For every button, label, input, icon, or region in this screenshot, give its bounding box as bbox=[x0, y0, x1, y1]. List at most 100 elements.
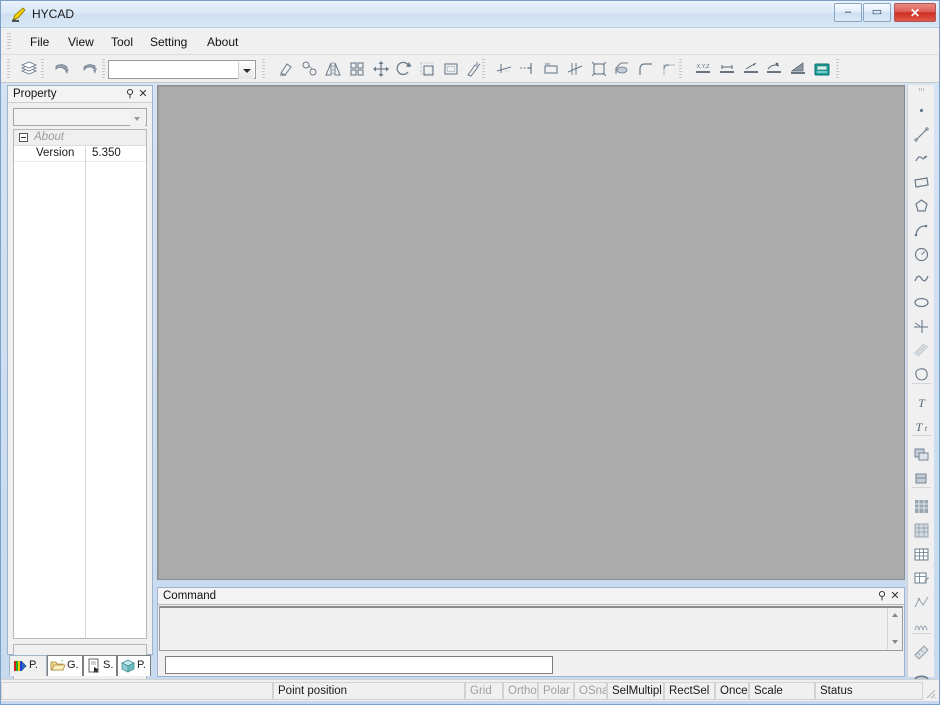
circle-icon[interactable] bbox=[910, 243, 933, 266]
move-icon[interactable] bbox=[370, 58, 392, 80]
gradient-icon[interactable] bbox=[910, 519, 933, 542]
arc-icon[interactable] bbox=[910, 219, 933, 242]
status-cell-status: Status bbox=[815, 682, 923, 700]
extend-icon[interactable] bbox=[516, 58, 538, 80]
dim-slope-icon[interactable] bbox=[787, 58, 809, 80]
dim-angular-icon[interactable] bbox=[763, 58, 785, 80]
point-icon[interactable] bbox=[910, 99, 933, 122]
property-row-version[interactable]: Version 5.350 bbox=[14, 146, 146, 162]
fillet-icon[interactable] bbox=[635, 58, 657, 80]
property-grid-splitter[interactable] bbox=[85, 147, 86, 638]
right-toolbar-separator-3 bbox=[912, 487, 931, 488]
minimize-button[interactable]: – bbox=[834, 3, 862, 22]
text-icon[interactable]: T bbox=[910, 391, 933, 414]
multiline-icon[interactable] bbox=[910, 339, 933, 362]
undo-icon[interactable] bbox=[51, 58, 73, 80]
chevron-down-icon[interactable] bbox=[130, 110, 145, 126]
close-icon[interactable]: ✕ bbox=[137, 88, 149, 101]
scale-icon[interactable] bbox=[416, 58, 438, 80]
table-edit-icon[interactable] bbox=[910, 567, 933, 590]
scroll-up-icon[interactable] bbox=[888, 608, 902, 621]
array-icon[interactable] bbox=[346, 58, 368, 80]
property-object-selector[interactable] bbox=[13, 108, 147, 126]
status-cell-blank-left bbox=[1, 682, 273, 700]
dim-xyz-icon[interactable]: X,Y,Z bbox=[692, 58, 714, 80]
calculator-icon[interactable] bbox=[811, 58, 833, 80]
collapse-minus-icon[interactable] bbox=[19, 133, 28, 142]
ruler-icon[interactable] bbox=[910, 641, 933, 664]
property-row-value[interactable]: 5.350 bbox=[92, 147, 121, 159]
dock-tab-group[interactable]: G. bbox=[47, 655, 83, 676]
dock-tab-property[interactable]: P. bbox=[9, 655, 47, 676]
stretch-icon[interactable] bbox=[540, 58, 562, 80]
table-icon[interactable] bbox=[910, 543, 933, 566]
polyline-icon[interactable] bbox=[910, 147, 933, 170]
command-log-scrollbar[interactable] bbox=[887, 608, 902, 649]
property-group-about[interactable]: About bbox=[14, 130, 146, 146]
menu-item-about[interactable]: About bbox=[200, 33, 245, 51]
erase-icon[interactable] bbox=[275, 58, 297, 80]
block-3d-icon bbox=[120, 658, 136, 674]
wave-icon[interactable] bbox=[910, 615, 933, 638]
toolbar-drag-grip-1[interactable] bbox=[7, 59, 10, 79]
hatch-icon[interactable] bbox=[910, 495, 933, 518]
menu-item-view[interactable]: View bbox=[61, 33, 101, 51]
status-cell-osnap[interactable]: OSnap bbox=[574, 682, 607, 700]
status-cell-rectsel[interactable]: RectSel bbox=[664, 682, 715, 700]
chevron-down-icon[interactable] bbox=[238, 62, 254, 79]
rotate-icon[interactable] bbox=[393, 58, 415, 80]
status-cell-selmultiple[interactable]: SelMultipl bbox=[607, 682, 664, 700]
spline-icon[interactable] bbox=[910, 267, 933, 290]
drawing-canvas[interactable] bbox=[157, 85, 905, 580]
dim-aligned-icon[interactable] bbox=[740, 58, 762, 80]
pin-icon[interactable]: ⚲ bbox=[124, 88, 136, 101]
dock-tab-select[interactable]: S. bbox=[83, 655, 117, 676]
chamfer-icon[interactable] bbox=[611, 58, 633, 80]
status-cell-grid[interactable]: Grid bbox=[465, 682, 503, 700]
construction-line-icon[interactable] bbox=[910, 315, 933, 338]
pin-icon[interactable]: ⚲ bbox=[876, 590, 888, 603]
maximize-button[interactable]: ▭ bbox=[863, 3, 891, 22]
property-row-name: Version bbox=[36, 147, 75, 159]
status-cell-ortho[interactable]: Ortho bbox=[503, 682, 538, 700]
status-cell-once[interactable]: Once bbox=[715, 682, 749, 700]
right-toolbar-separator-1 bbox=[912, 383, 931, 384]
corner-icon[interactable] bbox=[658, 58, 680, 80]
svg-text:t: t bbox=[925, 424, 928, 433]
block-insert-icon[interactable] bbox=[910, 443, 933, 466]
right-toolbar-drag-grip[interactable] bbox=[919, 88, 924, 91]
line-icon[interactable] bbox=[910, 123, 933, 146]
menu-item-file[interactable]: File bbox=[23, 33, 56, 51]
status-cell-polar[interactable]: Polar bbox=[538, 682, 574, 700]
close-button[interactable]: ✕ bbox=[894, 3, 936, 22]
curve-fit-icon[interactable] bbox=[910, 591, 933, 614]
minimize-icon: – bbox=[844, 6, 852, 18]
layer-combo-box[interactable] bbox=[108, 60, 256, 79]
copy-rotate-icon[interactable] bbox=[299, 58, 321, 80]
menu-drag-grip[interactable] bbox=[7, 33, 11, 50]
break-icon[interactable] bbox=[564, 58, 586, 80]
dock-tab-part[interactable]: P. bbox=[117, 655, 151, 676]
command-panel: Command ⚲ ✕ bbox=[157, 587, 905, 677]
property-panel: Property ⚲ ✕ About Version 5.350 bbox=[7, 85, 153, 697]
toolbar-separator-3 bbox=[262, 59, 265, 79]
toolbar-separator-6 bbox=[836, 59, 839, 79]
ellipse-icon[interactable] bbox=[910, 291, 933, 314]
resize-grip[interactable] bbox=[923, 686, 937, 700]
explode-icon[interactable] bbox=[588, 58, 610, 80]
mirror-icon[interactable] bbox=[322, 58, 344, 80]
status-cell-scale[interactable]: Scale bbox=[749, 682, 815, 700]
menu-item-setting[interactable]: Setting bbox=[143, 33, 194, 51]
polygon-icon[interactable] bbox=[910, 195, 933, 218]
dim-linear-icon[interactable] bbox=[716, 58, 738, 80]
redo-icon[interactable] bbox=[79, 58, 101, 80]
scroll-down-icon[interactable] bbox=[888, 636, 902, 649]
toolbar-separator-2 bbox=[102, 59, 105, 79]
trim-icon[interactable] bbox=[493, 58, 515, 80]
offset-icon[interactable] bbox=[440, 58, 462, 80]
command-input[interactable] bbox=[165, 656, 553, 674]
rectangle-icon[interactable] bbox=[910, 171, 933, 194]
menu-item-tool[interactable]: Tool bbox=[104, 33, 140, 51]
layers-icon[interactable] bbox=[18, 58, 40, 80]
close-icon[interactable]: ✕ bbox=[889, 590, 901, 603]
